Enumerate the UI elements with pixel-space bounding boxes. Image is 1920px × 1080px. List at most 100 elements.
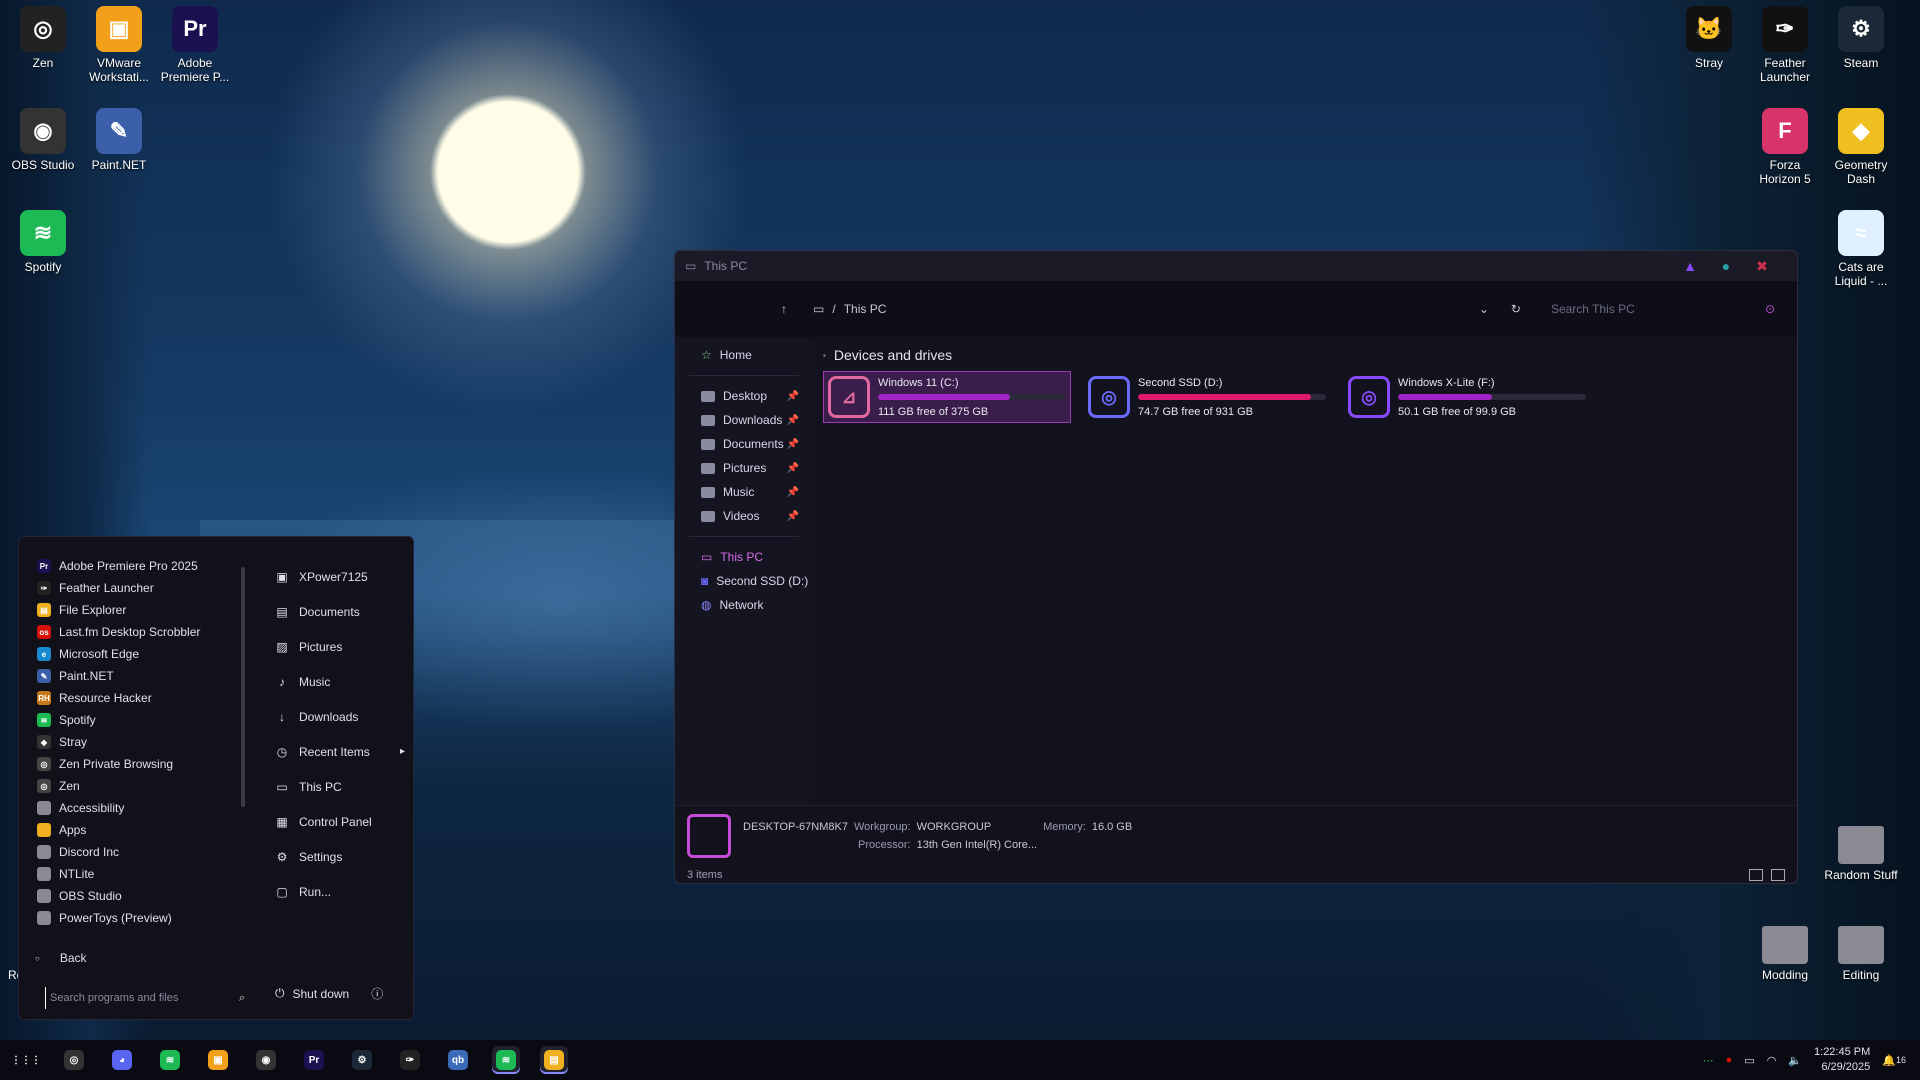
volume-icon[interactable]: 🔈 (1788, 1054, 1802, 1067)
nav-item-documents[interactable]: Documents 📌 (675, 432, 809, 456)
nav-item-this-pc[interactable]: ▭ This PC (675, 545, 809, 569)
place-label: Documents (299, 604, 360, 619)
minimize-button[interactable]: ▲ (1681, 257, 1699, 275)
taskbar-discord-button[interactable]: ◕ (108, 1046, 136, 1074)
place-xpower7125[interactable]: ▣ XPower7125 (275, 559, 405, 594)
back-button[interactable]: ○ Back (35, 951, 87, 965)
taskbar-premiere-button[interactable]: Pr (300, 1046, 328, 1074)
desktop-icon-spotify[interactable]: ≋ Spotify (6, 210, 80, 274)
monitor-icon: ▭ (701, 550, 713, 564)
desktop-icon-editing[interactable]: Editing (1824, 918, 1898, 982)
notification-count: 16 (1895, 1055, 1906, 1065)
start-search-input[interactable]: Search programs and files ⌕ (45, 987, 245, 1009)
taskbar-spotify-button[interactable]: ≋ (156, 1046, 184, 1074)
program-zen-private-browsing[interactable]: ◎ Zen Private Browsing (37, 753, 247, 775)
program-paint-net[interactable]: ✎ Paint.NET (37, 665, 247, 687)
place-settings[interactable]: ⚙ Settings (275, 839, 405, 874)
search-icon[interactable]: ⊙ (1765, 302, 1775, 316)
nav-item-downloads[interactable]: Downloads 📌 (675, 408, 809, 432)
program-apps[interactable]: Apps (37, 819, 247, 841)
program-microsoft-edge[interactable]: e Microsoft Edge (37, 643, 247, 665)
taskbar-qbittorrent-button[interactable]: qb (444, 1046, 472, 1074)
nav-item-music[interactable]: Music 📌 (675, 480, 809, 504)
program-list-scrollbar[interactable] (241, 567, 245, 807)
info-icon[interactable]: ⓘ (371, 985, 383, 1002)
desktop-icon-steam[interactable]: ⚙ Steam (1824, 6, 1898, 70)
program-stray[interactable]: ◆ Stray (37, 731, 247, 753)
place-music[interactable]: ♪ Music (275, 664, 405, 699)
desktop-icon-feather-launcher[interactable]: ✑ Feather Launcher (1748, 6, 1822, 84)
chevron-down-icon[interactable]: ⌄ (1479, 302, 1489, 316)
explorer-titlebar[interactable]: ▭ This PC ▲ ● ✖ (675, 251, 1797, 281)
desktop-icon-obs-studio[interactable]: ◉ OBS Studio (6, 108, 80, 172)
nav-item-desktop[interactable]: Desktop 📌 (675, 384, 809, 408)
overflow-icon[interactable]: ⋯ (1703, 1054, 1714, 1067)
drive-windows-11-c[interactable]: ⊿ Windows 11 (C:) 111 GB free of 375 GB (823, 371, 1071, 423)
taskbar-zen-button[interactable]: ◎ (60, 1046, 88, 1074)
nav-item-second-ssd[interactable]: ◙ Second SSD (D:) (675, 569, 809, 593)
section-header[interactable]: ▪ Devices and drives (823, 347, 1783, 363)
program-spotify[interactable]: ≋ Spotify (37, 709, 247, 731)
explorer-window[interactable]: ▭ This PC ▲ ● ✖ ↑ ▭ / This PC ⌄ ↻ Search… (674, 250, 1798, 884)
program-last-fm-desktop-scrobbler[interactable]: os Last.fm Desktop Scrobbler (37, 621, 247, 643)
desktop-icon-random-stuff[interactable]: Random Stuff (1824, 818, 1898, 882)
program-ntlite[interactable]: NTLite (37, 863, 247, 885)
desktop-icon-forza-horizon-5[interactable]: F Forza Horizon 5 (1748, 108, 1822, 186)
taskbar-file-explorer-button[interactable]: ▤ (540, 1046, 568, 1074)
refresh-icon[interactable]: ↻ (1511, 302, 1521, 316)
nav-item-videos[interactable]: Videos 📌 (675, 504, 809, 528)
lastfm-icon[interactable]: ● (1726, 1054, 1733, 1066)
nav-item-network[interactable]: ◍ Network (675, 593, 809, 617)
taskbar-vmware-button[interactable]: ▣ (204, 1046, 232, 1074)
place-pictures[interactable]: ▨ Pictures (275, 629, 405, 664)
desktop-icon-adobe-premiere-p[interactable]: Pr Adobe Premiere P... (158, 6, 232, 84)
nav-item-home[interactable]: ☆ Home (675, 343, 809, 367)
taskbar-feather-button[interactable]: ✑ (396, 1046, 424, 1074)
nav-item-pictures[interactable]: Pictures 📌 (675, 456, 809, 480)
close-button[interactable]: ✖ (1753, 257, 1771, 275)
program-file-explorer[interactable]: ▤ File Explorer (37, 599, 247, 621)
place-run[interactable]: ▢ Run... (275, 874, 405, 909)
address-bar[interactable]: ▭ / This PC (813, 302, 886, 316)
maximize-button[interactable]: ● (1717, 257, 1735, 275)
desktop-icon-paint-net[interactable]: ✎ Paint.NET (82, 108, 156, 172)
program-adobe-premiere-pro-2025[interactable]: Pr Adobe Premiere Pro 2025 (37, 555, 247, 577)
clock[interactable]: 1:22:45 PM 6/29/2025 (1814, 1045, 1870, 1075)
drive-windows-x-lite-f[interactable]: ◎ Windows X-Lite (F:) 50.1 GB free of 99.9… (1343, 371, 1591, 423)
desktop-icon-stray[interactable]: 🐱 Stray (1672, 6, 1746, 70)
program-discord-inc[interactable]: Discord Inc (37, 841, 247, 863)
desktop-icon-geometry-dash[interactable]: ◆ Geometry Dash (1824, 108, 1898, 186)
adobe-premiere-p-icon: Pr (172, 6, 218, 52)
vmware-workstati-icon: ▣ (96, 6, 142, 52)
battery-icon[interactable]: ▭ (1744, 1054, 1754, 1067)
shutdown-button[interactable]: ⏻ Shut down ⓘ (275, 985, 383, 1002)
program-label: PowerToys (Preview) (59, 911, 172, 925)
tiles-view-button[interactable] (1771, 869, 1785, 881)
desktop-icon-vmware-workstati[interactable]: ▣ VMware Workstati... (82, 6, 156, 84)
place-recent-items[interactable]: ◷ Recent Items ▸ (275, 734, 405, 769)
program-accessibility[interactable]: Accessibility (37, 797, 247, 819)
program-zen[interactable]: ◎ Zen (37, 775, 247, 797)
search-input[interactable]: Search This PC (1543, 295, 1743, 323)
place-documents[interactable]: ▤ Documents (275, 594, 405, 629)
desktop-icon-modding[interactable]: Modding (1748, 918, 1822, 982)
taskbar-steam-button[interactable]: ⚙ (348, 1046, 376, 1074)
drive-second-ssd-d[interactable]: ◎ Second SSD (D:) 74.7 GB free of 931 GB (1083, 371, 1331, 423)
program-feather-launcher[interactable]: ✑ Feather Launcher (37, 577, 247, 599)
program-powertoys-preview[interactable]: PowerToys (Preview) (37, 907, 247, 929)
place-this-pc[interactable]: ▭ This PC (275, 769, 405, 804)
notification-bell-icon[interactable]: 🔔 (1882, 1054, 1896, 1067)
up-arrow-icon[interactable]: ↑ (781, 302, 787, 316)
taskbar-spotify-open-button[interactable]: ≋ (492, 1046, 520, 1074)
program-obs-studio[interactable]: OBS Studio (37, 885, 247, 907)
program-resource-hacker[interactable]: RH Resource Hacker (37, 687, 247, 709)
details-view-button[interactable] (1749, 869, 1763, 881)
taskbar-obs-button[interactable]: ◉ (252, 1046, 280, 1074)
desktop-icon-cats-are-liquid[interactable]: ≈ Cats are Liquid - ... (1824, 210, 1898, 288)
place-downloads[interactable]: ↓ Downloads (275, 699, 405, 734)
wifi-icon[interactable]: ◠ (1767, 1054, 1777, 1067)
place-control-panel[interactable]: ▦ Control Panel (275, 804, 405, 839)
taskbar-apps-grid-button[interactable]: ⋮⋮⋮ (11, 1046, 41, 1074)
desktop-icon-zen[interactable]: ◎ Zen (6, 6, 80, 70)
collapse-icon: ▪ (823, 350, 826, 360)
